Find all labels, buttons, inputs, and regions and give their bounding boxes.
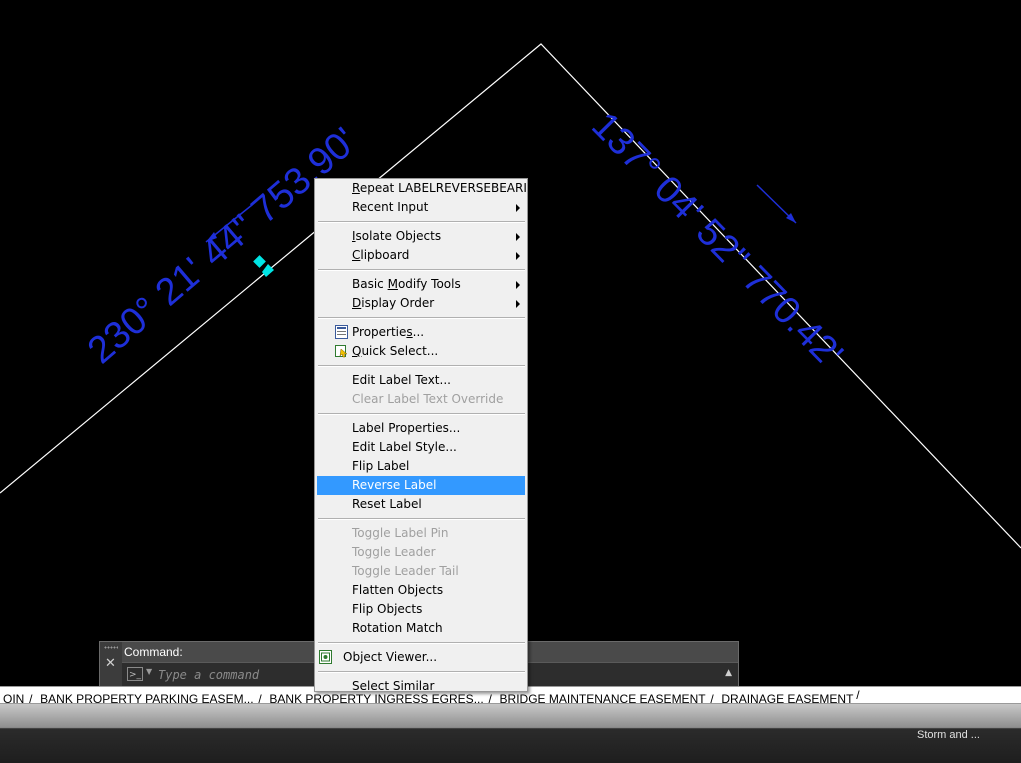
status-bar: Storm and ... xyxy=(0,704,1021,763)
menu-item-label-properties[interactable]: Label Properties... xyxy=(315,419,527,438)
properties-icon xyxy=(335,325,348,339)
layout-tab[interactable]: DRAINAGE EASEMENT xyxy=(710,691,861,703)
menu-item-display-order[interactable]: Display Order xyxy=(315,294,527,313)
menu-item-label: Reverse Label xyxy=(352,478,437,492)
menu-item-reset-label[interactable]: Reset Label xyxy=(315,495,527,514)
menu-item-label: Flatten Objects xyxy=(352,583,444,597)
layout-tab[interactable]: OIN xyxy=(0,691,32,703)
menu-item-label: Clipboard xyxy=(352,248,410,262)
submenu-arrow-icon xyxy=(516,252,520,260)
menu-item-edit-label-text[interactable]: Edit Label Text... xyxy=(315,371,527,390)
chevron-down-icon[interactable]: ▼ xyxy=(146,667,152,676)
menu-item-reverse-label[interactable]: Reverse Label xyxy=(317,476,525,495)
object-viewer-icon xyxy=(319,650,332,664)
quick-select-icon xyxy=(335,344,348,358)
menu-item-label: Recent Input xyxy=(352,200,429,214)
menu-item-flatten-objects[interactable]: Flatten Objects xyxy=(315,581,527,600)
menu-item-select-similar[interactable]: Select Similar xyxy=(315,677,527,696)
menu-item-label: Rotation Match xyxy=(352,621,443,635)
menu-item-label: Toggle Label Pin xyxy=(352,526,449,540)
menu-item-flip-label[interactable]: Flip Label xyxy=(315,457,527,476)
menu-separator xyxy=(318,269,525,271)
menu-item-recent-input[interactable]: Recent Input xyxy=(315,198,527,217)
context-menu: Repeat LABELREVERSEBEARING Recent Input Is… xyxy=(314,178,545,693)
menu-item-toggle-leader[interactable]: Toggle Leader xyxy=(315,543,527,562)
menu-item-rotation-match[interactable]: Rotation Match xyxy=(315,619,527,638)
menu-separator xyxy=(318,642,525,644)
menu-item-label: Isolate Objects xyxy=(352,229,442,243)
menu-item-label: Reset Label xyxy=(352,497,422,511)
menu-separator xyxy=(318,221,525,223)
menu-item-label: Object Viewer... xyxy=(343,650,438,664)
menu-item-clipboard[interactable]: Clipboard xyxy=(315,246,527,265)
menu-item-label: Quick Select... xyxy=(352,344,439,358)
menu-item-flip-objects[interactable]: Flip Objects xyxy=(315,600,527,619)
menu-item-object-viewer[interactable]: Object Viewer... xyxy=(315,648,527,667)
menu-item-label: Flip Objects xyxy=(352,602,423,616)
chevron-up-icon[interactable]: ▲ xyxy=(725,668,732,678)
menu-item-toggle-label-pin[interactable]: Toggle Label Pin xyxy=(315,524,527,543)
layout-tab-end xyxy=(856,687,875,703)
menu-separator xyxy=(318,365,525,367)
menu-item-label: Clear Label Text Override xyxy=(352,392,504,406)
command-prompt-icon[interactable]: >_ xyxy=(127,667,143,681)
layout-tab[interactable]: BANK PROPERTY PARKING EASEM... xyxy=(29,691,261,703)
close-icon[interactable]: ✕ xyxy=(105,656,116,671)
status-bar-text: Storm and ... xyxy=(917,729,980,741)
menu-item-label: Flip Label xyxy=(352,459,410,473)
menu-item-quick-select[interactable]: Quick Select... xyxy=(315,342,527,361)
menu-item-label: Display Order xyxy=(352,296,435,310)
submenu-arrow-icon xyxy=(516,204,520,212)
menu-item-label: Properties... xyxy=(352,325,425,339)
menu-item-label: Edit Label Text... xyxy=(352,373,451,387)
submenu-arrow-icon xyxy=(516,233,520,241)
right-direction-arrow xyxy=(756,184,797,224)
command-line-grip[interactable]: ✕ xyxy=(100,642,122,687)
label-grip-secondary[interactable] xyxy=(262,264,274,277)
menu-item-label: Select Similar xyxy=(352,679,435,693)
command-history: Command: xyxy=(124,645,183,659)
menu-item-isolate-objects[interactable]: Isolate Objects xyxy=(315,227,527,246)
menu-separator xyxy=(318,317,525,319)
menu-item-clear-label-text-override[interactable]: Clear Label Text Override xyxy=(315,390,527,409)
menu-item-repeat-labelreversebearing[interactable]: Repeat LABELREVERSEBEARING xyxy=(315,179,545,198)
menu-item-label: Repeat LABELREVERSEBEARING xyxy=(352,181,546,195)
menu-item-label: Toggle Leader Tail xyxy=(352,564,459,578)
menu-separator xyxy=(318,671,525,673)
menu-separator xyxy=(318,413,525,415)
menu-item-basic-modify-tools[interactable]: Basic Modify Tools xyxy=(315,275,527,294)
grip-dots-icon xyxy=(104,646,118,649)
label-grip[interactable] xyxy=(253,255,266,268)
menu-item-label: Toggle Leader xyxy=(352,545,436,559)
menu-item-properties[interactable]: Properties... xyxy=(315,323,527,342)
submenu-arrow-icon xyxy=(516,300,520,308)
menu-item-label: Basic Modify Tools xyxy=(352,277,461,291)
menu-separator xyxy=(318,518,525,520)
menu-item-label: Label Properties... xyxy=(352,421,461,435)
menu-item-edit-label-style[interactable]: Edit Label Style... xyxy=(315,438,527,457)
menu-item-label: Edit Label Style... xyxy=(352,440,457,454)
submenu-arrow-icon xyxy=(516,281,520,289)
menu-item-toggle-leader-tail[interactable]: Toggle Leader Tail xyxy=(315,562,527,581)
